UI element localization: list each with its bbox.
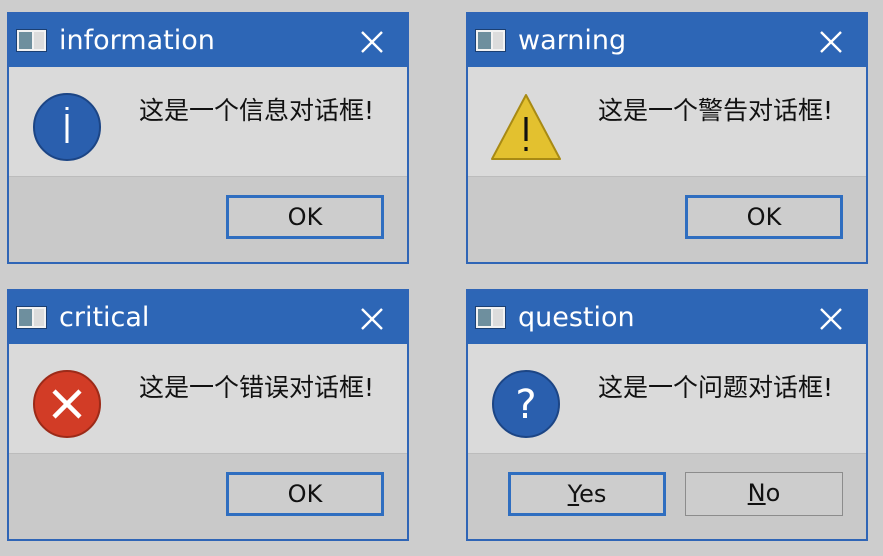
- titlebar[interactable]: warning: [468, 14, 866, 67]
- message-text: 这是一个警告对话框!: [598, 96, 834, 125]
- ok-button[interactable]: OK: [685, 195, 843, 239]
- information-icon: [33, 93, 101, 161]
- message-area: 这是一个错误对话框!: [9, 344, 407, 453]
- no-label-rest: o: [765, 479, 781, 507]
- ok-button[interactable]: OK: [226, 472, 384, 516]
- button-bar: OK: [9, 453, 407, 539]
- button-bar: OK: [9, 176, 407, 262]
- app-window-icon: [16, 29, 47, 52]
- message-area: 这是一个警告对话框!: [468, 67, 866, 176]
- dialog-title: warning: [518, 25, 627, 56]
- information-dialog: information 这是一个信息对话框! OK: [7, 12, 409, 264]
- dialog-title: information: [59, 25, 215, 56]
- close-icon[interactable]: [355, 302, 389, 336]
- dialog-title: critical: [59, 302, 150, 333]
- yes-button[interactable]: Yes: [508, 472, 666, 516]
- close-icon[interactable]: [814, 302, 848, 336]
- app-window-icon: [475, 29, 506, 52]
- close-icon[interactable]: [355, 25, 389, 59]
- app-window-icon: [16, 306, 47, 329]
- yes-label-rest: es: [579, 480, 607, 508]
- critical-dialog: critical 这是一个错误对话框! OK: [7, 289, 409, 541]
- message-area: ? 这是一个问题对话框!: [468, 344, 866, 453]
- button-bar: OK: [468, 176, 866, 262]
- critical-icon: [33, 370, 101, 438]
- dialog-title: question: [518, 302, 635, 333]
- app-window-icon: [475, 306, 506, 329]
- message-text: 这是一个信息对话框!: [139, 96, 375, 125]
- no-mnemonic: N: [747, 479, 766, 507]
- screen: { "dialogs": { "information": { "title":…: [0, 0, 883, 556]
- titlebar[interactable]: critical: [9, 291, 407, 344]
- svg-text:?: ?: [515, 382, 536, 428]
- warning-dialog: warning 这是一个警告对话框! OK: [466, 12, 868, 264]
- button-bar: Yes No: [468, 453, 866, 539]
- ok-button[interactable]: OK: [226, 195, 384, 239]
- titlebar[interactable]: information: [9, 14, 407, 67]
- close-icon[interactable]: [814, 25, 848, 59]
- message-text: 这是一个错误对话框!: [139, 373, 375, 402]
- no-button[interactable]: No: [685, 472, 843, 516]
- question-dialog: question ? 这是一个问题对话框! Yes No: [466, 289, 868, 541]
- titlebar[interactable]: question: [468, 291, 866, 344]
- yes-mnemonic: Y: [567, 480, 580, 508]
- warning-icon: [491, 94, 561, 160]
- question-icon: ?: [492, 370, 560, 438]
- message-area: 这是一个信息对话框!: [9, 67, 407, 176]
- message-text: 这是一个问题对话框!: [598, 373, 834, 402]
